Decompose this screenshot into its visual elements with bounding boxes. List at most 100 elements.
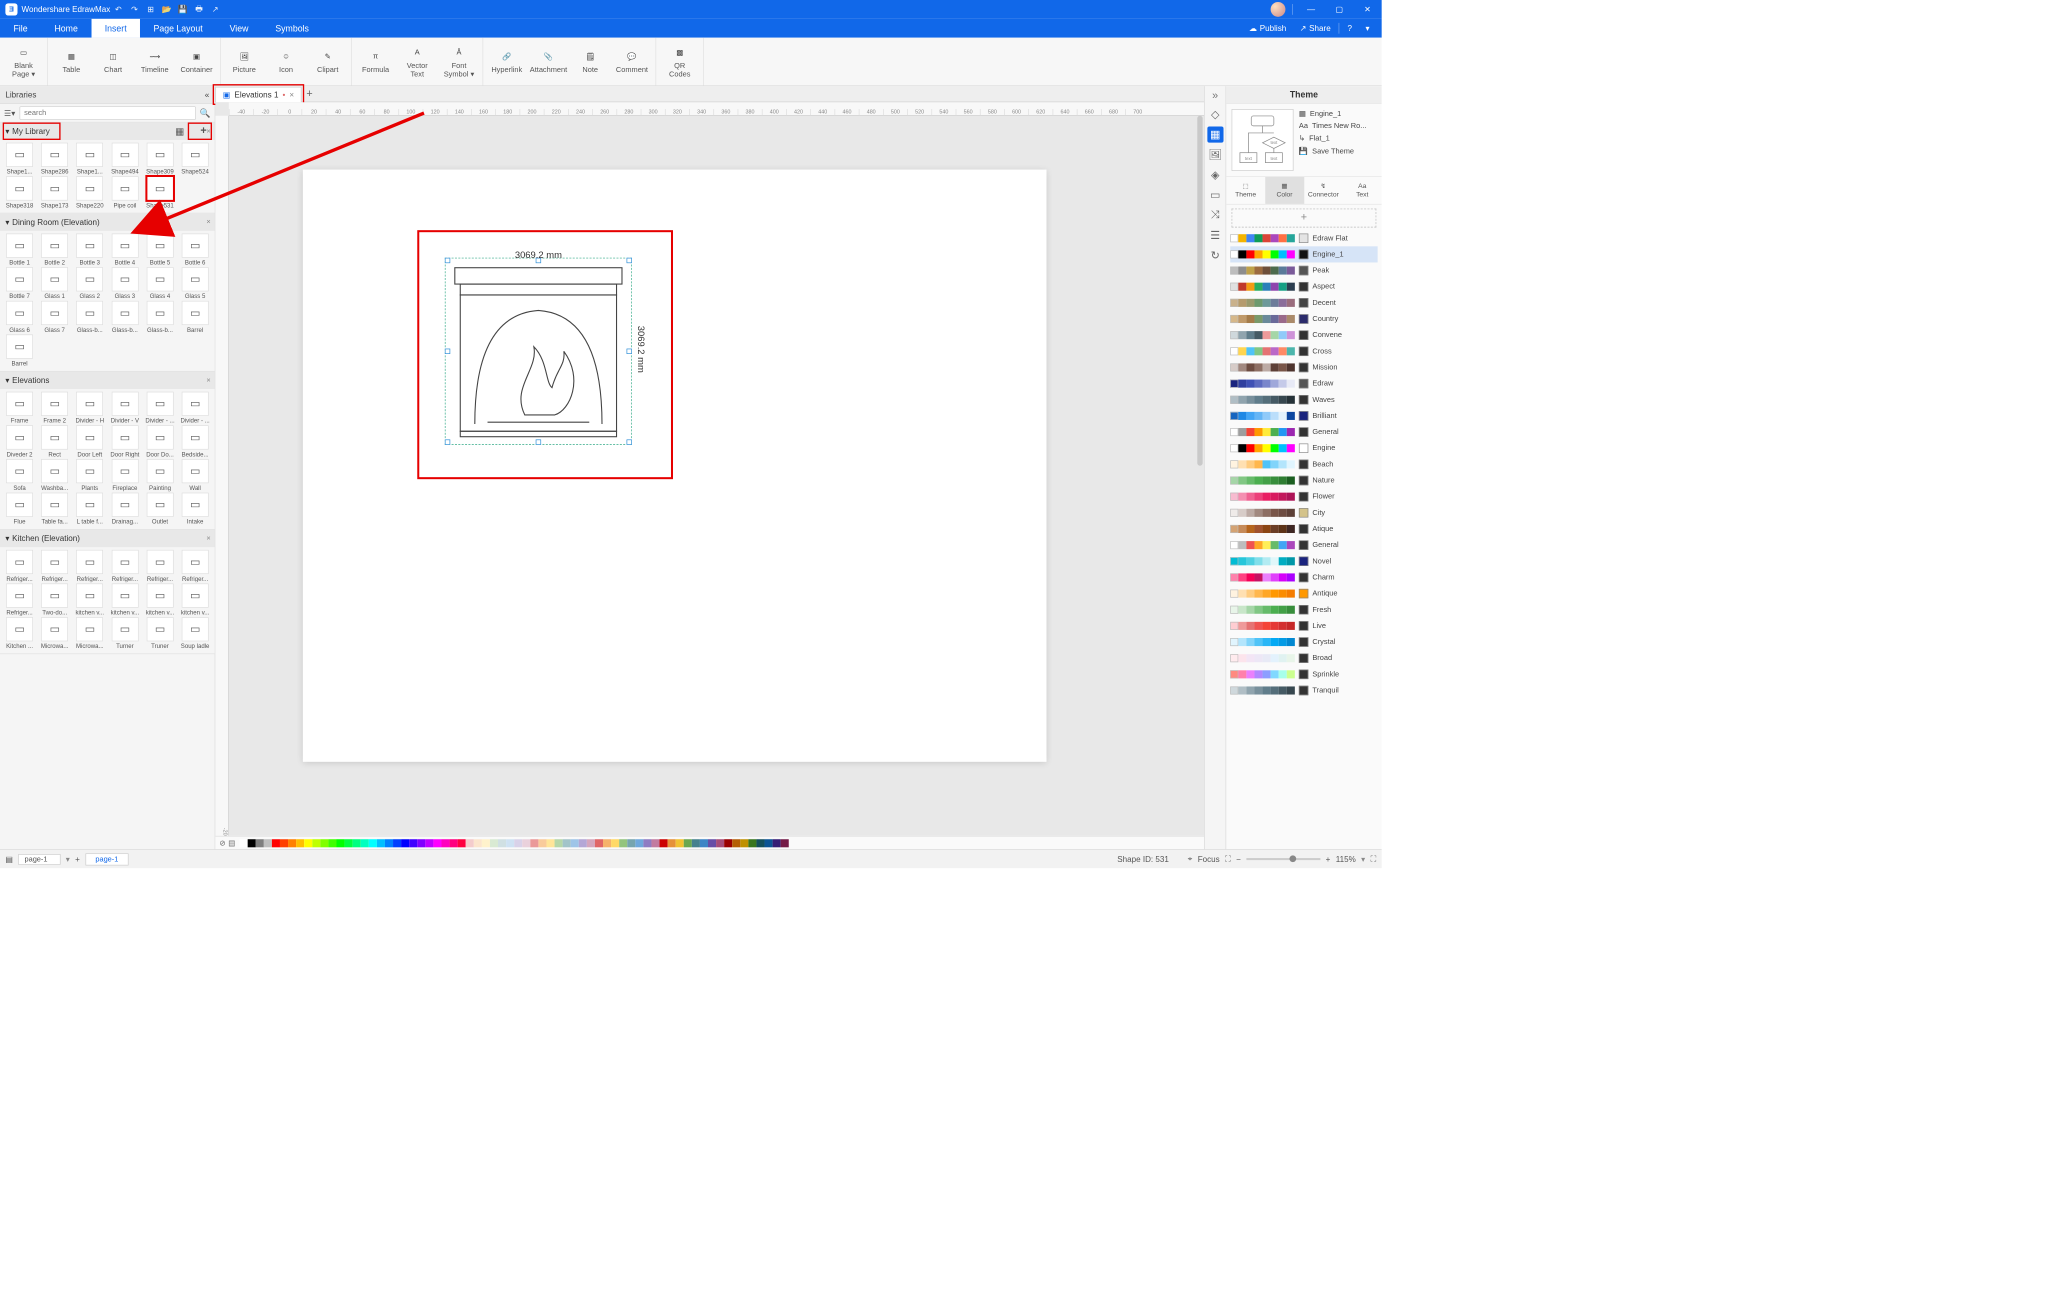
library-shape[interactable]: ▭Bottle 3 <box>73 234 107 266</box>
color-swatch[interactable] <box>288 839 296 847</box>
color-swatch[interactable] <box>352 839 360 847</box>
zoom-in-button[interactable]: + <box>1326 854 1331 863</box>
color-swatch[interactable] <box>579 839 587 847</box>
palette-row[interactable]: Peak <box>1230 262 1377 278</box>
library-shape[interactable]: ▭Two-do... <box>38 583 72 615</box>
color-swatch[interactable] <box>675 839 683 847</box>
library-shape[interactable]: ▭Shape494 <box>108 143 142 175</box>
color-swatch[interactable] <box>748 839 756 847</box>
color-swatch[interactable] <box>474 839 482 847</box>
color-swatch[interactable] <box>393 839 401 847</box>
library-shape[interactable]: ▭L table f... <box>73 493 107 525</box>
palette-row[interactable]: Beach <box>1230 456 1377 472</box>
library-shape[interactable]: ▭Drainag... <box>108 493 142 525</box>
color-swatch[interactable] <box>449 839 457 847</box>
color-swatch[interactable] <box>409 839 417 847</box>
theme-connector-row[interactable]: ↳Flat_1 <box>1299 134 1376 143</box>
palette-row[interactable]: Antique <box>1230 586 1377 602</box>
library-shape[interactable]: ▭Turner <box>108 617 142 649</box>
color-swatch[interactable] <box>465 839 473 847</box>
library-shape[interactable]: ▭Refriger... <box>108 550 142 582</box>
color-swatch[interactable] <box>780 839 788 847</box>
library-shape[interactable]: ▭Glass 4 <box>143 267 177 299</box>
library-shape[interactable]: ▭kitchen v... <box>108 583 142 615</box>
library-shape[interactable]: ▭Refriger... <box>178 550 212 582</box>
color-swatch[interactable] <box>700 839 708 847</box>
color-swatch[interactable] <box>320 839 328 847</box>
palette-row[interactable]: Decent <box>1230 295 1377 311</box>
library-shape[interactable]: ▭Divider - ... <box>143 392 177 424</box>
color-swatch[interactable] <box>538 839 546 847</box>
library-shape[interactable]: ▭Fireplace <box>108 459 142 491</box>
color-swatch[interactable] <box>385 839 393 847</box>
palette-row[interactable]: Broad <box>1230 650 1377 666</box>
palette-row[interactable]: Edraw <box>1230 376 1377 392</box>
color-swatch[interactable] <box>651 839 659 847</box>
color-swatch[interactable] <box>603 839 611 847</box>
tab-close-icon[interactable]: × <box>289 90 294 99</box>
color-swatch[interactable] <box>684 839 692 847</box>
library-grid-icon[interactable]: ▦ <box>175 126 184 137</box>
color-swatch[interactable] <box>441 839 449 847</box>
color-swatch[interactable] <box>239 839 247 847</box>
theme-font-row[interactable]: AaTimes New Ro... <box>1299 122 1376 130</box>
menu-insert[interactable]: Insert <box>91 19 140 38</box>
library-shape[interactable]: ▭kitchen v... <box>143 583 177 615</box>
color-swatch[interactable] <box>667 839 675 847</box>
rail-image-icon[interactable]: 🖼 <box>1207 147 1223 163</box>
page-list-icon[interactable]: ▤ <box>5 854 13 863</box>
libraries-collapse-icon[interactable]: « <box>205 90 210 99</box>
color-swatch[interactable] <box>514 839 522 847</box>
library-shape[interactable]: ▭Bottle 1 <box>3 234 37 266</box>
palette-row[interactable]: Waves <box>1230 392 1377 408</box>
color-swatch[interactable] <box>272 839 280 847</box>
palette-row[interactable]: Sprinkle <box>1230 666 1377 682</box>
help-icon[interactable]: ? <box>1342 24 1357 33</box>
close-button[interactable]: ✕ <box>1353 0 1381 19</box>
color-swatch[interactable] <box>554 839 562 847</box>
color-swatch[interactable] <box>312 839 320 847</box>
library-shape[interactable]: ▭Microwa... <box>38 617 72 649</box>
fullscreen-icon[interactable]: ⛶ <box>1225 854 1231 864</box>
color-swatch[interactable] <box>756 839 764 847</box>
color-swatch[interactable] <box>659 839 667 847</box>
library-shape[interactable]: ▭Table fa... <box>38 493 72 525</box>
library-shape[interactable]: ▭Refriger... <box>3 583 37 615</box>
color-swatch[interactable] <box>708 839 716 847</box>
library-shape[interactable]: ▭Glass 5 <box>178 267 212 299</box>
color-swatch[interactable] <box>280 839 288 847</box>
color-swatch[interactable] <box>417 839 425 847</box>
library-shape[interactable]: ▭Bottle 6 <box>178 234 212 266</box>
ribbon-hyperlink-button[interactable]: 🔗Hyperlink <box>486 38 528 86</box>
ribbon-container-button[interactable]: ▣Container <box>176 38 218 86</box>
palette-row[interactable]: Country <box>1230 311 1377 327</box>
user-avatar[interactable] <box>1271 2 1286 17</box>
color-swatch[interactable] <box>635 839 643 847</box>
palette-row[interactable]: Charm <box>1230 569 1377 585</box>
close-library-icon[interactable]: × <box>206 376 210 384</box>
palette-row[interactable]: Convene <box>1230 327 1377 343</box>
library-shape[interactable]: ▭Soup ladle <box>178 617 212 649</box>
color-swatch[interactable] <box>546 839 554 847</box>
color-swatch[interactable] <box>627 839 635 847</box>
palette-row[interactable]: Cross <box>1230 343 1377 359</box>
color-swatch[interactable] <box>498 839 506 847</box>
menu-view[interactable]: View <box>216 19 262 38</box>
color-swatch[interactable] <box>716 839 724 847</box>
color-swatch[interactable] <box>457 839 465 847</box>
canvas-area[interactable]: -40-200204060801001201401601802002202402… <box>215 102 1204 836</box>
color-swatch[interactable] <box>522 839 530 847</box>
color-swatch[interactable] <box>643 839 651 847</box>
zoom-out-button[interactable]: − <box>1236 854 1241 863</box>
library-shape[interactable]: ▭Glass 1 <box>38 267 72 299</box>
library-shape[interactable]: ▭Diveder 2 <box>3 425 37 457</box>
theme-tab-text[interactable]: AaText <box>1343 177 1382 204</box>
fit-page-icon[interactable]: ⛶ <box>1371 854 1377 864</box>
save-theme-button[interactable]: 💾Save Theme <box>1299 147 1376 156</box>
library-shape[interactable]: ▭Barrel <box>178 301 212 333</box>
library-shape[interactable]: ▭Refriger... <box>38 550 72 582</box>
undo-icon[interactable]: ↶ <box>110 1 126 17</box>
ribbon-font-button[interactable]: ÅFontSymbol ▾ <box>438 38 480 86</box>
palette-row[interactable]: Fresh <box>1230 602 1377 618</box>
library-shape[interactable]: ▭Refriger... <box>3 550 37 582</box>
